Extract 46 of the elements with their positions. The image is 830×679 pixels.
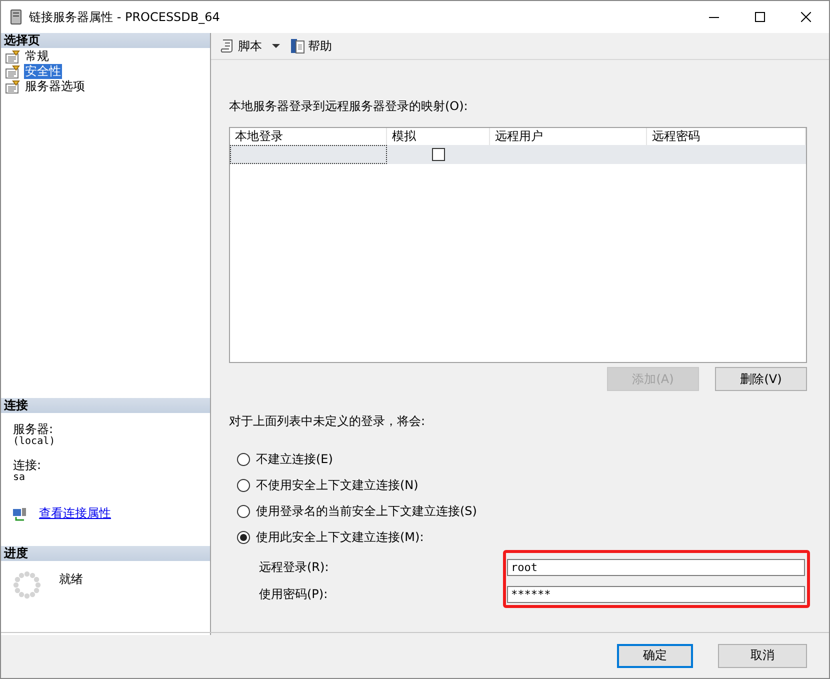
script-button[interactable]: 脚本: [217, 38, 264, 54]
dropdown-caret-icon[interactable]: [272, 44, 280, 48]
remote-login-field[interactable]: root: [507, 559, 805, 576]
section-header: 进度: [1, 546, 210, 561]
radio-button[interactable]: [237, 453, 250, 466]
cancel-button[interactable]: 取消: [718, 644, 807, 668]
ok-button[interactable]: 确定: [617, 644, 693, 668]
server-icon: [9, 9, 23, 25]
close-icon: [801, 12, 811, 22]
view-connection-properties-link[interactable]: 查看连接属性: [39, 505, 111, 522]
status-text: 就绪: [59, 571, 83, 588]
connection-value: sa: [13, 472, 26, 483]
book-icon: [290, 38, 305, 54]
remote-login-label: 远程登录(R):: [259, 559, 330, 576]
help-button[interactable]: 帮助: [288, 38, 334, 54]
option-label: 不建立连接(E): [256, 451, 333, 468]
option-label: 使用此安全上下文建立连接(M):: [256, 529, 424, 546]
page-item[interactable]: 服务器选项: [24, 79, 86, 94]
radio-button[interactable]: [237, 479, 250, 492]
minimize-icon: [709, 16, 719, 18]
scroll-icon: [219, 38, 235, 54]
page-icon: [5, 64, 21, 78]
server-label: 服务器:: [13, 423, 54, 436]
connection-label: 连接:: [13, 459, 42, 472]
section-header: 选择页: [1, 33, 210, 48]
spinner-icon: [13, 571, 41, 599]
radio-button[interactable]: [237, 531, 250, 544]
connection-properties-icon: [13, 506, 27, 520]
option-label: 使用登录名的当前安全上下文建立连接(S): [256, 503, 477, 520]
undefined-logins-label: 对于上面列表中未定义的登录，将会:: [229, 413, 426, 430]
password-label: 使用密码(P):: [259, 586, 329, 603]
section-header: 连接: [1, 398, 210, 413]
page-item[interactable]: 常规: [24, 49, 50, 64]
impersonate-checkbox[interactable]: [432, 148, 444, 161]
mapping-label: 本地服务器登录到远程服务器登录的映射(O):: [229, 98, 469, 115]
password-field[interactable]: ******: [507, 586, 805, 603]
window-title: 链接服务器属性 - PROCESSDB_64: [29, 8, 220, 26]
page-item[interactable]: 安全性: [24, 64, 62, 79]
server-value: (local): [13, 436, 56, 447]
option-label: 不使用安全上下文建立连接(N): [256, 477, 418, 494]
page-icon: [5, 50, 21, 64]
table-row[interactable]: [230, 145, 806, 164]
remove-button[interactable]: 删除(V): [715, 367, 807, 391]
page-icon: [5, 80, 21, 94]
maximize-icon: [755, 12, 765, 22]
radio-button[interactable]: [237, 505, 250, 518]
